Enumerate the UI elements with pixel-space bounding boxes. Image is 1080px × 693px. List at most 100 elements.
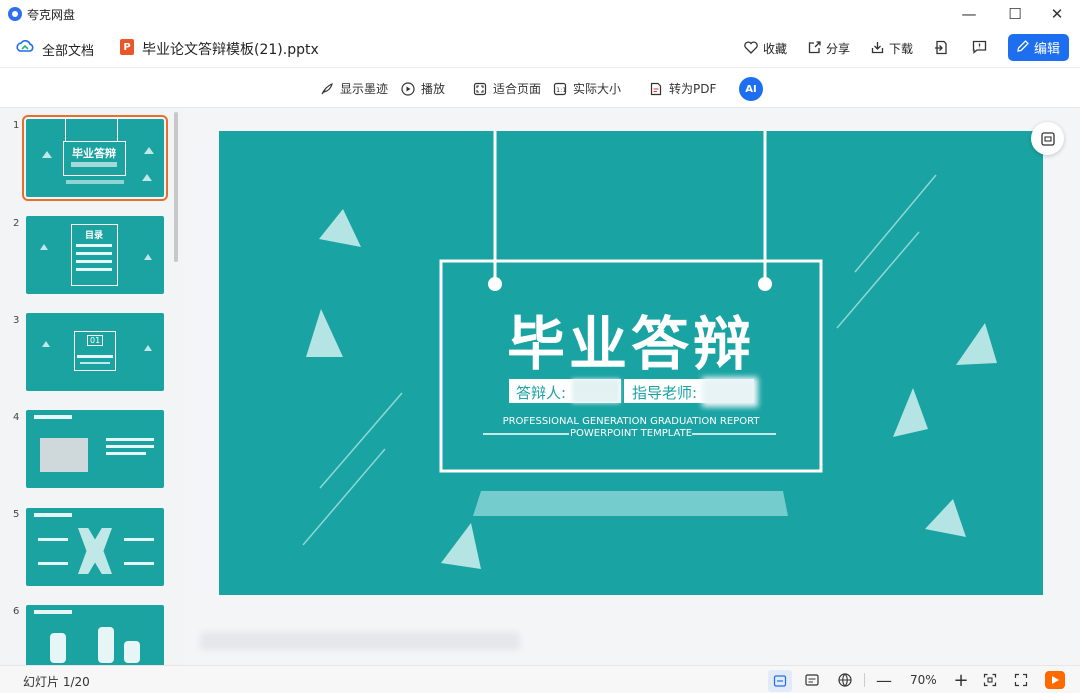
thumb-text-line [80,362,110,364]
advisor-name-blurred [702,377,758,407]
thumb-hang-line [117,119,118,141]
play-circle-icon [401,81,415,96]
convert-pdf-button[interactable]: 转为PDF [649,80,716,97]
thumbnails-scrollbar[interactable] [174,112,178,262]
fit-screen-icon[interactable] [979,671,1001,689]
thumbnail-number: 2 [13,218,20,229]
slide-thumbnail-6[interactable] [26,605,164,665]
defender-name-blurred [572,379,620,403]
pencil-icon [1017,39,1029,56]
download-label: 下载 [889,42,914,56]
thumbnail-title: 毕业答辩 [72,147,116,160]
quill-icon [320,82,334,96]
thumb-hang-line [65,119,66,141]
share-icon [808,40,821,57]
pdf-icon [649,82,663,96]
breadcrumb-all-docs[interactable]: 全部文档 [42,40,94,59]
thumb-text-line [38,538,68,541]
thumb-triangle [42,341,50,347]
show-ink-button[interactable]: 显示墨迹 [320,80,388,97]
thumb-triangle [144,345,152,351]
thumb-text-line [76,260,112,263]
slide-screenshot-button[interactable] [1031,122,1064,155]
slide-thumbnail-5[interactable] [26,508,164,586]
viewer-toolbar: 显示墨迹 播放 适合页面 1:1 实际大小 转为PDF AI [0,68,1080,108]
thumb-base-bar [66,180,124,184]
thumb-triangle [142,174,152,181]
globe-icon[interactable] [834,671,856,689]
thumbnail-title: 目录 [85,231,104,241]
fit-page-icon [473,82,487,96]
edit-button[interactable]: 编辑 [1008,34,1069,61]
actual-size-icon: 1:1 [553,82,567,96]
zoom-level: 70% [910,673,937,687]
thumb-photo [40,438,88,472]
thumb-triangle [40,244,48,250]
download-button[interactable]: 下载 [871,40,913,57]
slide-subtitle-line1: PROFESSIONAL GENERATION GRADUATION REPOR… [502,416,760,427]
thumb-cylinder [98,627,114,663]
zoom-out-button[interactable]: — [873,671,895,690]
export-icon[interactable] [934,40,948,59]
quark-logo-icon [8,7,22,21]
download-icon [871,41,884,57]
thumb-triangle [144,254,152,260]
ai-assistant-icon[interactable]: AI [739,77,763,101]
cloud-icon [16,39,34,59]
advisor-label: 指导老师: [632,384,698,402]
thumbnail-view-button[interactable] [768,670,792,692]
share-label: 分享 [826,42,851,56]
slide-counter: 幻灯片 1/20 [23,675,90,689]
pptx-file-icon: P [120,39,134,55]
thumb-text-line [124,562,154,565]
close-button[interactable]: ✕ [1034,0,1080,28]
fit-page-label: 适合页面 [493,82,542,96]
play-icon [1051,676,1059,684]
minimize-button[interactable]: — [946,0,992,28]
thumb-text-line [34,513,72,517]
notes-view-icon[interactable] [801,671,823,689]
fit-page-button[interactable]: 适合页面 [473,80,541,97]
thumb-triangle [42,151,52,158]
slide-thumbnail-2[interactable]: 目录 [26,216,164,294]
defender-label: 答辩人: [516,384,567,402]
maximize-button[interactable]: ☐ [992,0,1038,28]
thumb-shape [78,528,112,574]
title-bar: 夸克网盘 — ☐ ✕ [0,0,1080,28]
status-divider [864,673,865,687]
thumb-subtitle-bar [71,162,117,167]
thumb-text-line [106,452,146,455]
thumb-text-line [76,252,112,255]
thumb-text-line [34,610,72,614]
app-name: 夸克网盘 [27,8,76,22]
thumb-text-line [76,268,112,271]
thumb-triangle [144,147,154,154]
zoom-in-button[interactable]: + [950,670,972,691]
thumb-text-line [106,438,154,441]
slide-notes-blurred [200,632,520,650]
thumbnail-number: 5 [13,509,20,520]
fullscreen-icon[interactable] [1010,671,1032,689]
slideshow-play-button[interactable] [1045,671,1065,689]
actual-size-button[interactable]: 1:1 实际大小 [553,80,621,97]
slide-thumbnail-3[interactable]: 01 [26,313,164,391]
feedback-icon[interactable] [972,40,987,58]
slide-thumbnail-4[interactable] [26,410,164,488]
thumb-text-line [124,538,154,541]
thumb-text-line [34,415,72,419]
current-slide: 毕业答辩 答辩人: 指导老师: PROFESSIONAL GENERATION … [219,131,1043,595]
file-header: 全部文档 P 毕业论文答辩模板(21).pptx 收藏 分享 下载 编辑 [0,28,1080,68]
thumbnail-number: 1 [13,120,20,131]
actual-size-label: 实际大小 [573,82,622,96]
play-button[interactable]: 播放 [401,80,445,97]
thumb-text-line [76,244,112,247]
thumbnail-number: 4 [13,412,20,423]
thumbnail-title: 01 [87,335,104,346]
convert-pdf-label: 转为PDF [669,82,717,96]
slide-thumbnail-1[interactable]: 毕业答辩 [22,115,168,201]
thumb-cylinder [124,641,140,663]
thumbnail-number: 6 [13,606,20,617]
favorite-button[interactable]: 收藏 [744,40,787,57]
share-button[interactable]: 分享 [808,40,850,57]
svg-text:1:1: 1:1 [556,86,566,94]
